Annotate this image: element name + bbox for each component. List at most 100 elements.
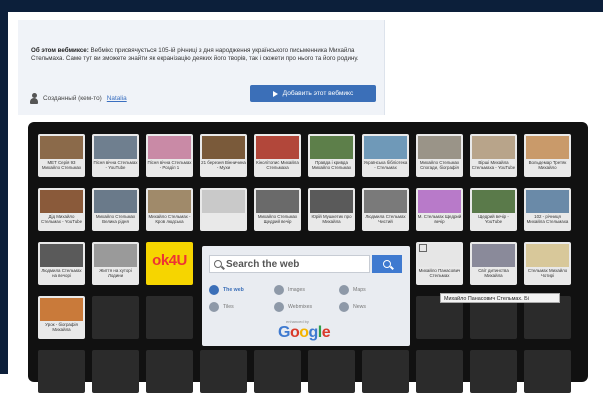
tile-thumbnail: [94, 136, 137, 159]
tile-caption: Правда і кривда Михайло Стельмах: [311, 160, 352, 170]
search-option-label: The web: [223, 287, 244, 293]
tile-thumbnail: [40, 136, 83, 159]
empty-tile-slot[interactable]: [308, 350, 355, 393]
description-heading: Об этом вебмиксе:: [31, 47, 89, 54]
tile-thumbnail: [364, 190, 407, 213]
search-option-maps[interactable]: Maps: [339, 285, 366, 295]
tile-caption: Михайло Стельмах - Кров людська: [148, 214, 191, 224]
webmix-tile[interactable]: Правда і кривда Михайло Стельмах: [308, 134, 355, 177]
external-link-icon[interactable]: [419, 244, 427, 252]
tile-thumbnail: [148, 136, 191, 159]
tile-caption: Юрій Мушкетик про Михайла: [311, 214, 352, 224]
tile-caption: МЕТ Серія 93 Михайло Стельмах: [41, 160, 82, 170]
google-logo-letter: o: [289, 324, 300, 341]
grid-icon: [274, 302, 284, 312]
webmix-tile[interactable]: Вірші Михайла Стельмаха - YouTube: [470, 134, 517, 177]
search-option-tiles[interactable]: Tiles: [209, 302, 234, 312]
tile-thumbnail: [472, 244, 515, 267]
tile-caption: Життя на хуторі Лодини: [99, 268, 132, 278]
webmix-tile[interactable]: 21 березня Вінничина - Мухи: [200, 134, 247, 177]
empty-tile-slot[interactable]: [38, 350, 85, 393]
empty-tile-slot[interactable]: [470, 350, 517, 393]
webmix-tile[interactable]: Дід Михайло Стельмах - YouTube: [38, 188, 85, 231]
tile-thumbnail: [94, 190, 137, 213]
tile-thumbnail: [472, 190, 515, 213]
tile-thumbnail: [148, 190, 191, 213]
webmix-tile[interactable]: Кінолітопис Михайла Стельмаха: [254, 134, 301, 177]
tile-caption: Стельмах Михайло Чотирі: [527, 268, 568, 278]
tile-thumbnail: [94, 244, 137, 267]
empty-tile-slot[interactable]: [92, 296, 139, 339]
webmix-tile[interactable]: Людмила Стельмах Чистий: [362, 188, 409, 231]
webmix-tile[interactable]: Стельмах Михайло Чотирі: [524, 242, 571, 285]
empty-tile-slot[interactable]: [146, 350, 193, 393]
tile-thumbnail: [472, 136, 515, 159]
search-option-webmixes[interactable]: Webmixes: [274, 302, 312, 312]
tile-caption: Людмила Стельмах Чистий: [365, 214, 406, 224]
webmix-tile[interactable]: Юрій Мушкетик про Михайла: [308, 188, 355, 231]
empty-tile-slot[interactable]: [362, 350, 409, 393]
webmix-tile[interactable]: Світ дитинства Михайла: [470, 242, 517, 285]
webmix-tile[interactable]: М. Стельмах Щедрий вечір: [416, 188, 463, 231]
webmix-tile[interactable]: Михайло Стельмах Щедрий вечір: [254, 188, 301, 231]
google-logo-letter: e: [321, 324, 331, 341]
webmix-tile[interactable]: Михайло Стельмах Велика рідня: [92, 188, 139, 231]
tile-caption: Михайло Стельмах Спогади, біографія: [419, 160, 460, 170]
tile-thumbnail: [256, 190, 299, 213]
webmix-info-panel: Об этом вебмиксе: Вебмікс присвячується …: [18, 20, 385, 115]
search-icon: [383, 260, 391, 268]
search-input[interactable]: Search the web: [209, 255, 370, 273]
search-option-news[interactable]: News: [339, 302, 366, 312]
tile-thumbnail: [40, 244, 83, 267]
search-option-label: News: [353, 304, 366, 310]
creator-link[interactable]: Natalia: [107, 95, 127, 102]
tile-thumbnail: [310, 136, 353, 159]
person-icon: [30, 92, 38, 104]
add-webmix-button[interactable]: Добавить этот вебмикс: [250, 85, 376, 102]
webmix-tile[interactable]: Пісня вічна Стельмах - YouTube: [92, 134, 139, 177]
google-logo-letter: o: [299, 324, 309, 341]
webmix-tile[interactable]: Урок - біографія Михайла: [38, 296, 85, 339]
webmix-tile[interactable]: Вольдемар Третяк Михайло: [524, 134, 571, 177]
tile-caption: Михайло Стельмах Велика рідня: [95, 214, 136, 224]
webmix-tile[interactable]: МЕТ Серія 93 Михайло Стельмах: [38, 134, 85, 177]
empty-tile-slot[interactable]: [524, 350, 571, 393]
tile-caption: 21 березня Вінничина - Мухи: [201, 160, 246, 170]
google-logo: Google: [278, 324, 331, 342]
tile-caption: Українська бібліотека - Стельмах: [363, 160, 408, 170]
tile-caption: Михайло Стельмах Щедрий вечір: [257, 214, 298, 224]
creator-row: Созданный (кем-то) Natalia: [30, 91, 127, 105]
tile-kt-logo[interactable]: ok4U: [146, 242, 193, 285]
search-widget: Search the web The web Images Maps Tiles…: [202, 246, 410, 346]
tile-caption: Урок - біографія Михайла: [45, 322, 78, 332]
webmix-tile[interactable]: Життя на хуторі Лодини: [92, 242, 139, 285]
webmix-tile[interactable]: Михайло Стельмах - Кров людська: [146, 188, 193, 231]
tile-caption: Людмила Стельмах на вечорі: [41, 268, 82, 278]
search-button[interactable]: [372, 255, 402, 273]
google-logo-letter: g: [308, 324, 319, 341]
webmix-tile[interactable]: 102 - річниця Михайла Стельмаха: [524, 188, 571, 231]
empty-tile-slot[interactable]: [146, 296, 193, 339]
search-option-images[interactable]: Images: [274, 285, 305, 295]
tile-thumbnail: [526, 190, 569, 213]
empty-tile-slot[interactable]: [416, 350, 463, 393]
webmix-tile[interactable]: Людмила Стельмах на вечорі: [38, 242, 85, 285]
webmix-tile[interactable]: Пісня вічна Стельмах - Розділ 1: [146, 134, 193, 177]
webmix-tile[interactable]: Українська бібліотека - Стельмах: [362, 134, 409, 177]
webmix-tile[interactable]: Михайло Стельмах Спогади, біографія: [416, 134, 463, 177]
search-icon: [214, 260, 222, 268]
tile-caption: Дід Михайло Стельмах - YouTube: [40, 214, 83, 224]
pin-icon: [339, 285, 349, 295]
tile-caption: Світ дитинства Михайла: [478, 268, 509, 278]
empty-tile-slot[interactable]: [92, 350, 139, 393]
tile-thumbnail: [40, 298, 83, 321]
empty-tile-slot[interactable]: [200, 350, 247, 393]
left-frame-strip: [0, 12, 8, 374]
webmix-tile[interactable]: [200, 188, 247, 231]
empty-tile-slot[interactable]: [254, 350, 301, 393]
news-icon: [339, 302, 349, 312]
search-option-web[interactable]: The web: [209, 285, 244, 295]
tile-thumbnail: [418, 190, 461, 213]
webmix-tile[interactable]: Щедрий вечір - YouTube: [470, 188, 517, 231]
play-icon: [272, 90, 278, 97]
